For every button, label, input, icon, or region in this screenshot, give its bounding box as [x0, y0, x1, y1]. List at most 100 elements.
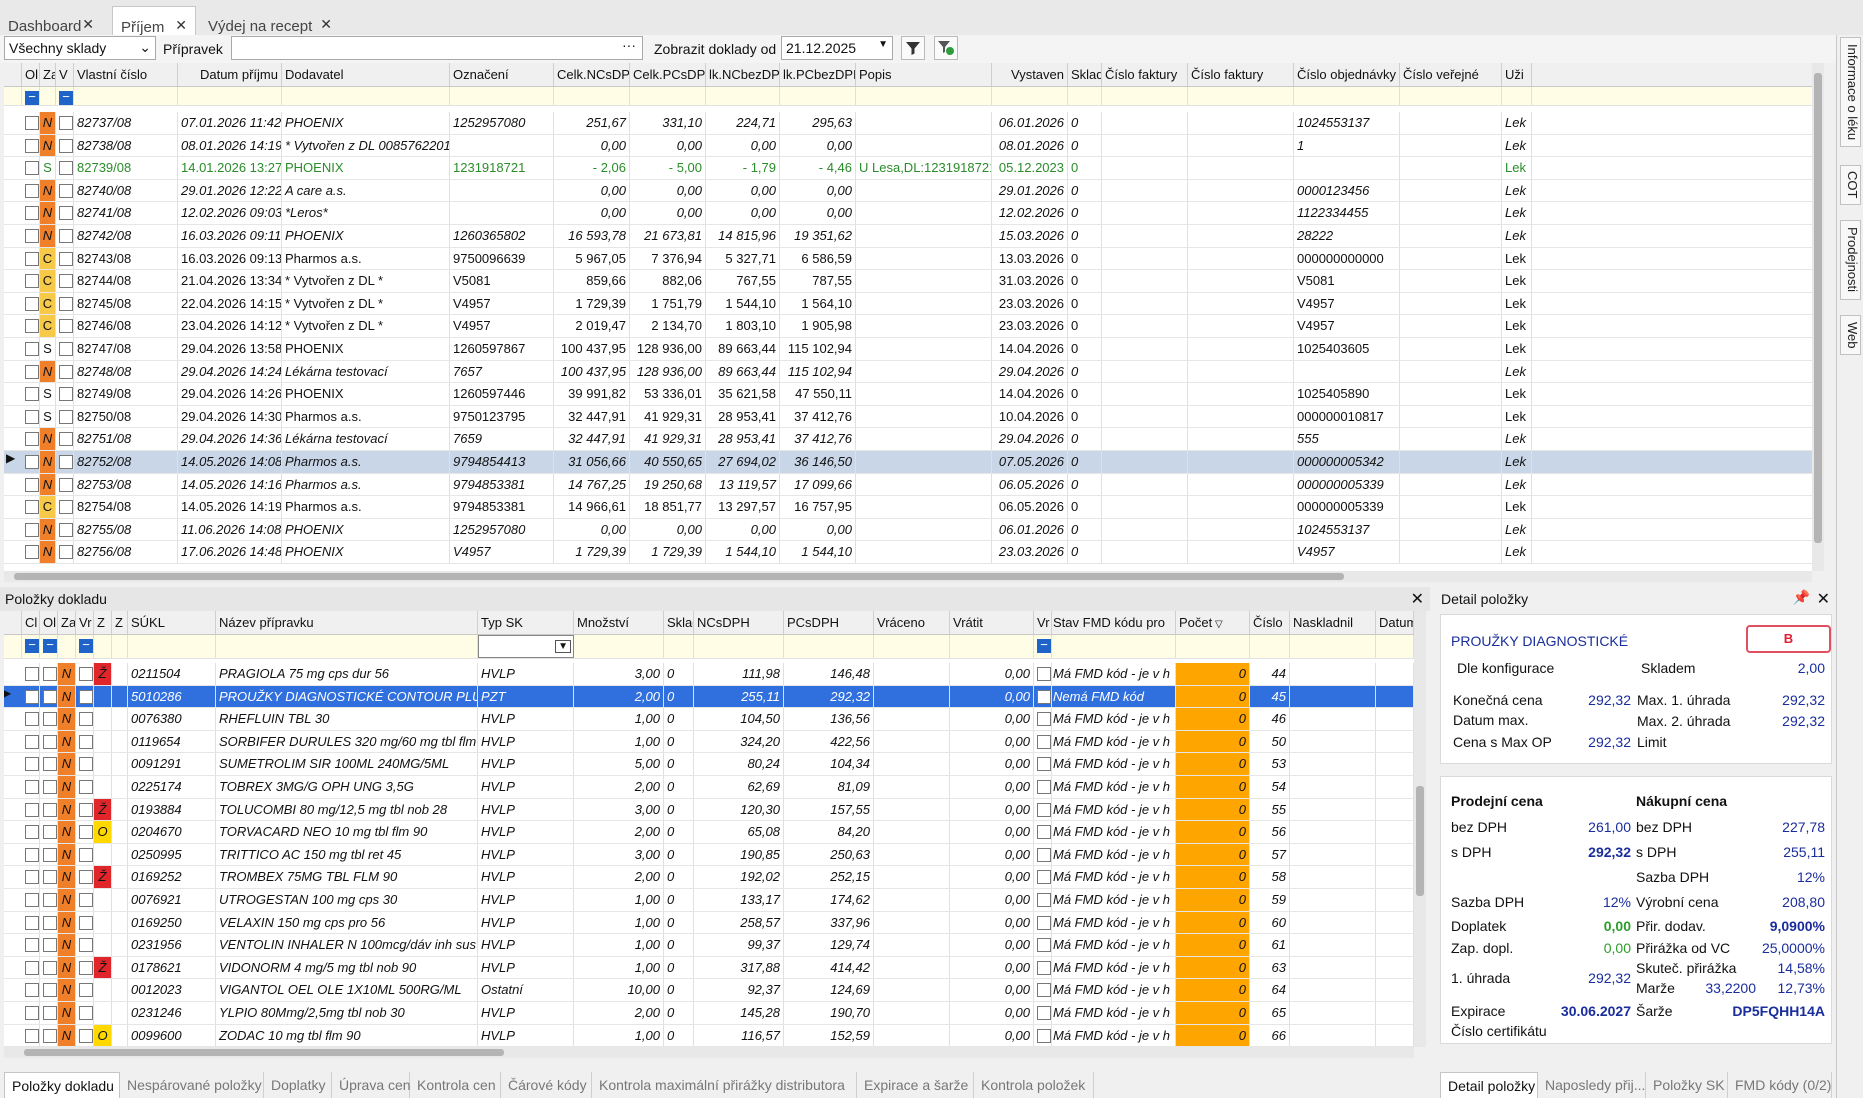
v-checkbox[interactable]	[59, 342, 73, 356]
detail-tab[interactable]: Naposledy přij...	[1538, 1072, 1646, 1098]
row-checkbox[interactable]	[25, 847, 39, 862]
v-checkbox-cell[interactable]	[56, 247, 74, 270]
row-checkbox-cell[interactable]	[22, 889, 40, 911]
filter-cell[interactable]	[1176, 635, 1250, 658]
sort-icon[interactable]: ▽	[1212, 619, 1223, 630]
filter-cell[interactable]	[40, 87, 56, 105]
vr-checkbox[interactable]	[79, 893, 93, 907]
filter-cell[interactable]	[1050, 635, 1176, 658]
vr2-checkbox[interactable]	[1037, 802, 1051, 817]
row-checkbox-cell[interactable]	[22, 202, 40, 224]
column-header[interactable]: Z	[112, 611, 128, 634]
row-checkbox-cell[interactable]	[40, 1024, 58, 1047]
row-checkbox-cell[interactable]	[22, 473, 40, 496]
row-checkbox[interactable]	[43, 847, 57, 862]
vr-checkbox-cell[interactable]	[76, 798, 94, 821]
vr2-checkbox[interactable]	[1037, 983, 1051, 998]
row-checkbox-cell[interactable]	[40, 798, 58, 821]
bottom-tab[interactable]: Čárové kódy	[501, 1072, 592, 1098]
vtab-informace-o-leku[interactable]: Informace o léku	[1840, 37, 1861, 147]
row-checkbox[interactable]	[25, 522, 39, 537]
filter-cell[interactable]	[4, 635, 22, 658]
column-header[interactable]: Označení	[450, 63, 554, 86]
vr2-checkbox[interactable]	[1037, 667, 1051, 681]
v-checkbox-cell[interactable]	[56, 338, 74, 360]
row-checkbox[interactable]	[25, 938, 39, 953]
detail-tab[interactable]: Položky SK	[1646, 1072, 1728, 1098]
row-checkbox[interactable]	[43, 893, 57, 907]
table-row[interactable]: N 82756/08 17.06.2026 14:48 PHOENIX V4957 1 7…	[4, 541, 1812, 564]
vr2-checkbox[interactable]	[1037, 847, 1051, 862]
row-checkbox[interactable]	[25, 342, 39, 356]
table-row[interactable]: N 82748/08 29.04.2026 14:24 Lékárna testova…	[4, 360, 1812, 384]
v-checkbox-cell[interactable]	[56, 360, 74, 383]
row-checkbox-cell[interactable]	[22, 270, 40, 292]
column-header[interactable]: Z	[94, 611, 112, 634]
row-checkbox[interactable]	[25, 409, 39, 424]
row-checkbox[interactable]	[25, 915, 39, 930]
vtab-cot[interactable]: COT	[1840, 165, 1861, 205]
table-row[interactable]: S 82739/08 14.01.2026 13:27 PHOENIX 12319187…	[4, 157, 1812, 180]
column-header[interactable]: NCsDPH	[694, 611, 784, 634]
bottom-tab[interactable]: Doplatky	[264, 1072, 332, 1098]
vr-checkbox[interactable]	[79, 712, 93, 727]
column-header[interactable]: Uži	[1502, 63, 1532, 86]
column-header[interactable]: Celk.NCsDPH	[554, 63, 630, 86]
vr-checkbox-cell[interactable]	[76, 934, 94, 956]
filter-cell[interactable]: −	[40, 635, 58, 658]
dropdown-arrow-icon[interactable]: ▼	[878, 39, 888, 50]
row-checkbox-cell[interactable]	[40, 730, 58, 753]
detail-tab[interactable]: FMD kódy (0/2)	[1728, 1072, 1832, 1098]
filter-cell[interactable]	[1400, 87, 1502, 105]
row-checkbox-cell[interactable]	[40, 979, 58, 1001]
table-row[interactable]: N 0231246 YLPIO 80Mmg/2,5mg tbl nob 30 HVLP…	[4, 1002, 1414, 1025]
scrollbar-thumb[interactable]	[1416, 786, 1424, 896]
row-checkbox-cell[interactable]	[40, 663, 58, 685]
column-header[interactable]: Za	[40, 63, 56, 86]
v-checkbox-cell[interactable]	[56, 157, 74, 179]
vr-checkbox[interactable]	[79, 1028, 93, 1043]
vr-checkbox-cell[interactable]	[76, 843, 94, 866]
filter-cell[interactable]	[4, 87, 22, 105]
row-checkbox[interactable]	[43, 960, 57, 975]
v-checkbox[interactable]	[59, 183, 73, 198]
table-row[interactable]: N 82741/08 12.02.2026 09:03 *Leros* 0,00 0,00…	[4, 202, 1812, 225]
filter-cell[interactable]	[128, 635, 216, 658]
vr-checkbox[interactable]	[79, 734, 93, 749]
row-checkbox[interactable]	[25, 825, 39, 840]
row-checkbox[interactable]	[25, 500, 39, 515]
filter-cell[interactable]	[630, 87, 706, 105]
filter-cell[interactable]	[1068, 87, 1102, 105]
v-checkbox-cell[interactable]	[56, 518, 74, 541]
row-checkbox-cell[interactable]	[22, 360, 40, 383]
row-checkbox-cell[interactable]	[22, 315, 40, 337]
vr-checkbox[interactable]	[79, 915, 93, 930]
row-checkbox[interactable]	[25, 455, 39, 469]
v-checkbox-cell[interactable]	[56, 315, 74, 337]
row-checkbox[interactable]	[43, 825, 57, 840]
polozky-vertical-scrollbar[interactable]	[1414, 611, 1426, 1047]
row-checkbox[interactable]	[43, 757, 57, 772]
table-row[interactable]: N 82753/08 14.05.2026 14:16 Pharmos a.s. 979…	[4, 473, 1812, 497]
bottom-tab[interactable]: Kontrola maximální přirážky distributora	[592, 1072, 857, 1098]
table-row[interactable]: S 82747/08 29.04.2026 13:58 PHOENIX 12605978…	[4, 338, 1812, 361]
bottom-tab[interactable]: Úprava cen	[332, 1072, 411, 1098]
table-row[interactable]: N Ž 0169252 TROMBEX 75MG TBL FLM 90 HVLP 2,00…	[4, 866, 1414, 889]
vr-checkbox[interactable]	[79, 757, 93, 772]
filter-cell[interactable]	[282, 87, 450, 105]
scrollbar-thumb[interactable]	[24, 1049, 504, 1056]
filter-cell[interactable]	[58, 635, 76, 658]
row-checkbox[interactable]	[25, 545, 39, 560]
bottom-tab[interactable]: Kontrola položek	[974, 1072, 1094, 1098]
vr-checkbox[interactable]	[79, 938, 93, 953]
close-icon[interactable]: ✕	[175, 17, 187, 34]
vr-checkbox[interactable]	[79, 1006, 93, 1020]
warehouse-select[interactable]: Všechny sklady ⌄	[4, 36, 156, 60]
row-checkbox[interactable]	[25, 870, 39, 885]
row-checkbox[interactable]	[43, 983, 57, 998]
row-checkbox-cell[interactable]	[40, 866, 58, 888]
v-checkbox[interactable]	[59, 522, 73, 537]
v-checkbox-cell[interactable]	[56, 292, 74, 315]
detail-tab[interactable]: Detail položky	[1440, 1072, 1538, 1098]
row-checkbox[interactable]	[25, 689, 39, 704]
